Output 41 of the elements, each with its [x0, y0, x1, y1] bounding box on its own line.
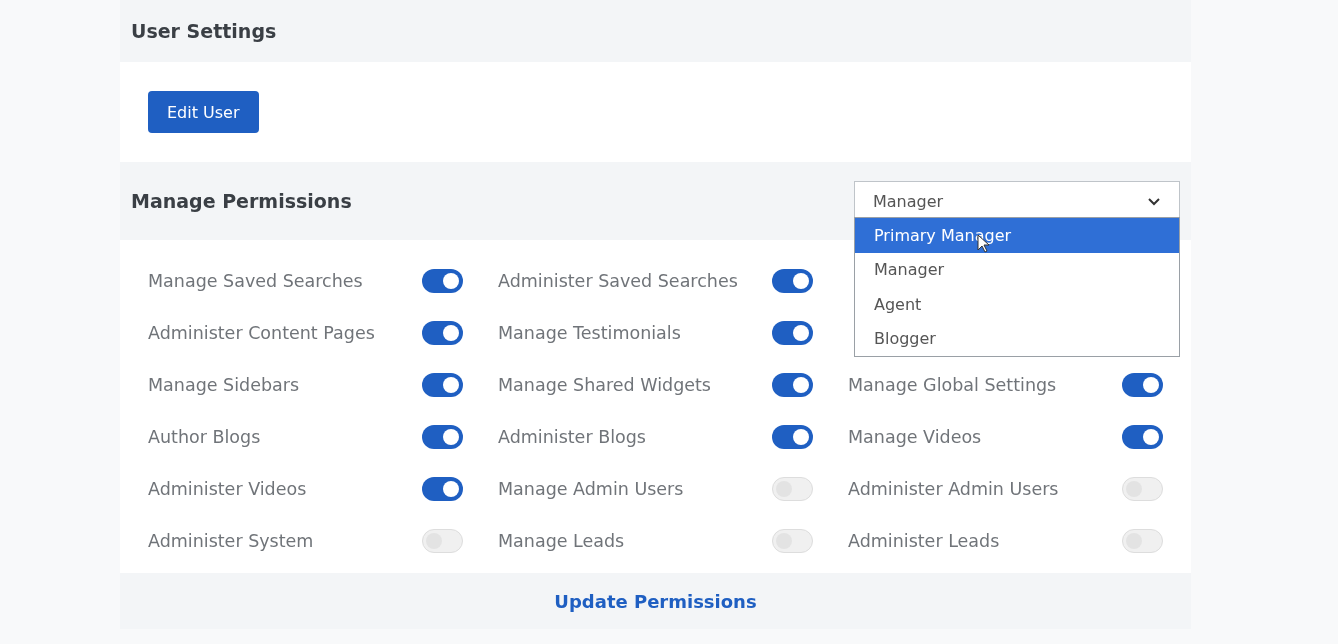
permission-label: Manage Sidebars [148, 374, 300, 395]
dropdown-option[interactable]: Blogger [855, 321, 1179, 356]
dropdown-option[interactable]: Agent [855, 287, 1179, 322]
chevron-icon [1147, 196, 1161, 206]
permission-label: Manage Global Settings [848, 374, 1057, 395]
permission-label: Manage Leads [498, 530, 625, 551]
toggle-switch[interactable] [422, 424, 463, 449]
toggle-switch[interactable] [772, 268, 813, 293]
dropdown-option[interactable]: Primary Manager [855, 218, 1179, 253]
toggle-switch[interactable] [1122, 476, 1163, 501]
toggle-switch[interactable] [1122, 372, 1163, 397]
permission-label: Manage Admin Users [498, 478, 684, 499]
section-title: User Settings [131, 20, 277, 42]
permission-label: Manage Saved Searches [148, 270, 363, 291]
permission-label: Administer Content Pages [148, 322, 375, 343]
toggle-switch[interactable] [422, 372, 463, 397]
permission-label: Administer Blogs [498, 426, 646, 447]
toggle-switch[interactable] [772, 372, 813, 397]
toggle-switch[interactable] [422, 268, 463, 293]
toggle-switch[interactable] [1122, 424, 1163, 449]
permission-label: Manage Videos [848, 426, 982, 447]
update-permissions-link[interactable]: Update Permissions [554, 590, 757, 612]
edit-user-button[interactable]: Edit User [148, 91, 259, 133]
permission-label: Administer Admin Users [848, 478, 1059, 499]
permission-label: Administer Leads [848, 530, 1000, 551]
toggle-switch[interactable] [1122, 528, 1163, 553]
permission-label: Manage Testimonials [498, 322, 681, 343]
section-title: Manage Permissions [131, 190, 352, 212]
permission-label: Author Blogs [148, 426, 261, 447]
toggle-switch[interactable] [422, 528, 463, 553]
permission-label: Manage Shared Widgets [498, 374, 711, 395]
toggle-switch[interactable] [772, 424, 813, 449]
toggle-switch[interactable] [422, 476, 463, 501]
permission-label: Administer Saved Searches [498, 270, 738, 291]
toggle-switch[interactable] [772, 320, 813, 345]
toggle-switch[interactable] [772, 476, 813, 501]
toggle-switch[interactable] [772, 528, 813, 553]
dropdown-option[interactable]: Manager [855, 252, 1179, 287]
permission-label: Administer Videos [148, 478, 307, 499]
toggle-switch[interactable] [422, 320, 463, 345]
permission-label: Administer System [148, 530, 314, 551]
